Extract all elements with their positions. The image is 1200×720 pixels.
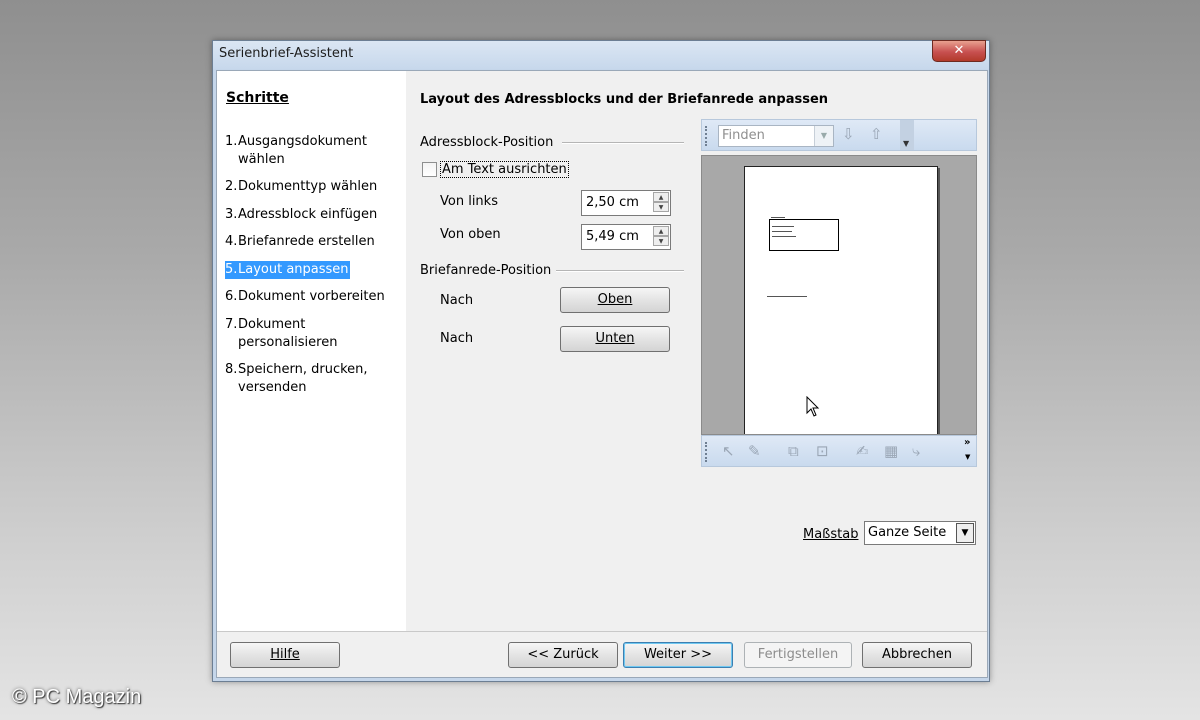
salutation-section-label: Briefanrede-Position	[420, 263, 552, 278]
move-down-button[interactable]: Unten	[560, 326, 670, 352]
toolbar-grip[interactable]	[705, 126, 709, 146]
step-label: Briefanrede erstellen	[238, 234, 375, 249]
step-item-3[interactable]: 3. Adressblock einfügen	[225, 206, 401, 224]
arrow-up-icon[interactable]: ⇧	[870, 125, 883, 143]
text-edit-icon[interactable]: ✍	[856, 442, 869, 460]
select-icon[interactable]: ↖	[722, 442, 735, 460]
from-top-field[interactable]: 5,49 cm ▲ ▼	[581, 224, 671, 250]
scale-select[interactable]: Ganze Seite ▼	[864, 521, 976, 545]
move-up-button[interactable]: Oben	[560, 287, 670, 313]
address-section-label: Adressblock-Position	[420, 135, 554, 150]
step-up-icon[interactable]: ▲	[653, 192, 669, 202]
from-left-value: 2,50 cm	[586, 195, 639, 210]
step-number: 3.	[225, 207, 238, 222]
step-number: 5.	[225, 261, 238, 279]
steps-title: Schritte	[226, 90, 289, 106]
address-block-preview	[769, 219, 839, 251]
divider	[217, 631, 987, 632]
frame-icon[interactable]: ⊡	[816, 442, 829, 460]
pointer-icon	[806, 395, 820, 422]
preview-panel: Finden ▼ ⇩ ⇧ ▼ ↖ ✎ ⧉ ⊡ ✍ ▦ ⤷ » ▼	[701, 119, 977, 471]
salutation-preview	[767, 296, 807, 297]
help-button[interactable]: Hilfe	[230, 642, 340, 668]
next-button[interactable]: Weiter >>	[623, 642, 733, 668]
drawing-toolbar: ↖ ✎ ⧉ ⊡ ✍ ▦ ⤷ » ▼	[701, 435, 977, 467]
divider	[562, 142, 684, 144]
edit-icon[interactable]: ✎	[748, 442, 761, 460]
step-label: Dokumenttyp wählen	[238, 179, 378, 194]
step-item-6[interactable]: 6. Dokument vorbereiten	[225, 288, 401, 306]
divider	[556, 270, 684, 272]
finish-button[interactable]: Fertigstellen	[744, 642, 852, 668]
close-icon: ✕	[953, 43, 965, 58]
find-placeholder: Finden	[722, 128, 765, 143]
from-top-label: Von oben	[440, 227, 501, 242]
step-item-2[interactable]: 2. Dokumenttyp wählen	[225, 178, 401, 196]
from-top-stepper[interactable]: ▲ ▼	[653, 226, 669, 248]
step-item-4[interactable]: 4. Briefanrede erstellen	[225, 233, 401, 251]
step-label: Adressblock einfügen	[238, 207, 378, 222]
step-label: Dokument personalisieren	[238, 317, 338, 350]
step-number: 4.	[225, 234, 238, 249]
group-icon[interactable]: ⧉	[788, 442, 799, 460]
step-down-icon[interactable]: ▼	[653, 236, 669, 246]
move-label-2: Nach	[440, 331, 474, 346]
step-down-icon[interactable]: ▼	[653, 202, 669, 212]
dialog-content: Schritte 1. Ausgangsdokument wählen 2. D…	[216, 70, 988, 678]
find-input[interactable]: Finden ▼	[718, 125, 834, 147]
step-label: Speichern, drucken, versenden	[238, 362, 368, 395]
step-label: Dokument vorbereiten	[238, 289, 385, 304]
close-button[interactable]: ✕	[932, 40, 986, 62]
connector-icon[interactable]: ⤷	[912, 442, 920, 460]
step-number: 8.	[225, 362, 238, 377]
align-to-text-label[interactable]: Am Text ausrichten	[440, 161, 569, 178]
page-title: Layout des Adressblocks und der Briefanr…	[420, 92, 829, 107]
step-item-5[interactable]: 5. Layout anpassen	[225, 261, 350, 279]
cancel-button[interactable]: Abbrechen	[862, 642, 972, 668]
step-label: Ausgangsdokument wählen	[238, 134, 367, 167]
arrow-down-icon[interactable]: ⇩	[842, 125, 855, 143]
step-item-8[interactable]: 8. Speichern, drucken, versenden	[225, 361, 375, 397]
toolbar-grip[interactable]	[705, 442, 709, 462]
step-item-7[interactable]: 7. Dokument personalisieren	[225, 316, 345, 352]
preview-page	[744, 166, 938, 434]
steps-panel: Schritte 1. Ausgangsdokument wählen 2. D…	[217, 71, 406, 631]
table-icon[interactable]: ▦	[884, 442, 898, 460]
from-left-stepper[interactable]: ▲ ▼	[653, 192, 669, 214]
dialog-window: Serienbrief-Assistent ✕ Schritte 1. Ausg…	[212, 40, 990, 682]
step-number: 2.	[225, 179, 238, 194]
title-bar[interactable]: Serienbrief-Assistent ✕	[213, 40, 989, 69]
step-number: 6.	[225, 289, 238, 304]
step-number: 7.	[225, 317, 238, 332]
main-panel: Layout des Adressblocks und der Briefanr…	[420, 71, 984, 631]
move-label-1: Nach	[440, 293, 474, 308]
overflow-icon[interactable]: »	[964, 437, 970, 448]
find-toolbar: Finden ▼ ⇩ ⇧ ▼	[701, 119, 977, 151]
document-preview[interactable]	[701, 155, 977, 435]
step-item-1[interactable]: 1. Ausgangsdokument wählen	[225, 133, 401, 169]
scale-label: Maßstab	[803, 527, 859, 542]
watermark: © PC Magazin	[12, 686, 142, 708]
chevron-down-icon[interactable]: ▼	[814, 126, 833, 146]
step-number: 1.	[225, 134, 238, 149]
scale-value: Ganze Seite	[868, 525, 947, 540]
back-button[interactable]: << Zurück	[508, 642, 618, 668]
step-up-icon[interactable]: ▲	[653, 226, 669, 236]
chevron-down-icon[interactable]: ▼	[956, 523, 974, 543]
toolbar-overflow[interactable]: ▼	[900, 120, 914, 150]
from-left-label: Von links	[440, 194, 498, 209]
align-to-text-checkbox[interactable]	[422, 162, 437, 177]
chevron-down-icon[interactable]: ▼	[965, 453, 970, 461]
from-left-field[interactable]: 2,50 cm ▲ ▼	[581, 190, 671, 216]
window-title: Serienbrief-Assistent	[219, 46, 354, 61]
from-top-value: 5,49 cm	[586, 229, 639, 244]
step-label: Layout anpassen	[238, 261, 350, 279]
